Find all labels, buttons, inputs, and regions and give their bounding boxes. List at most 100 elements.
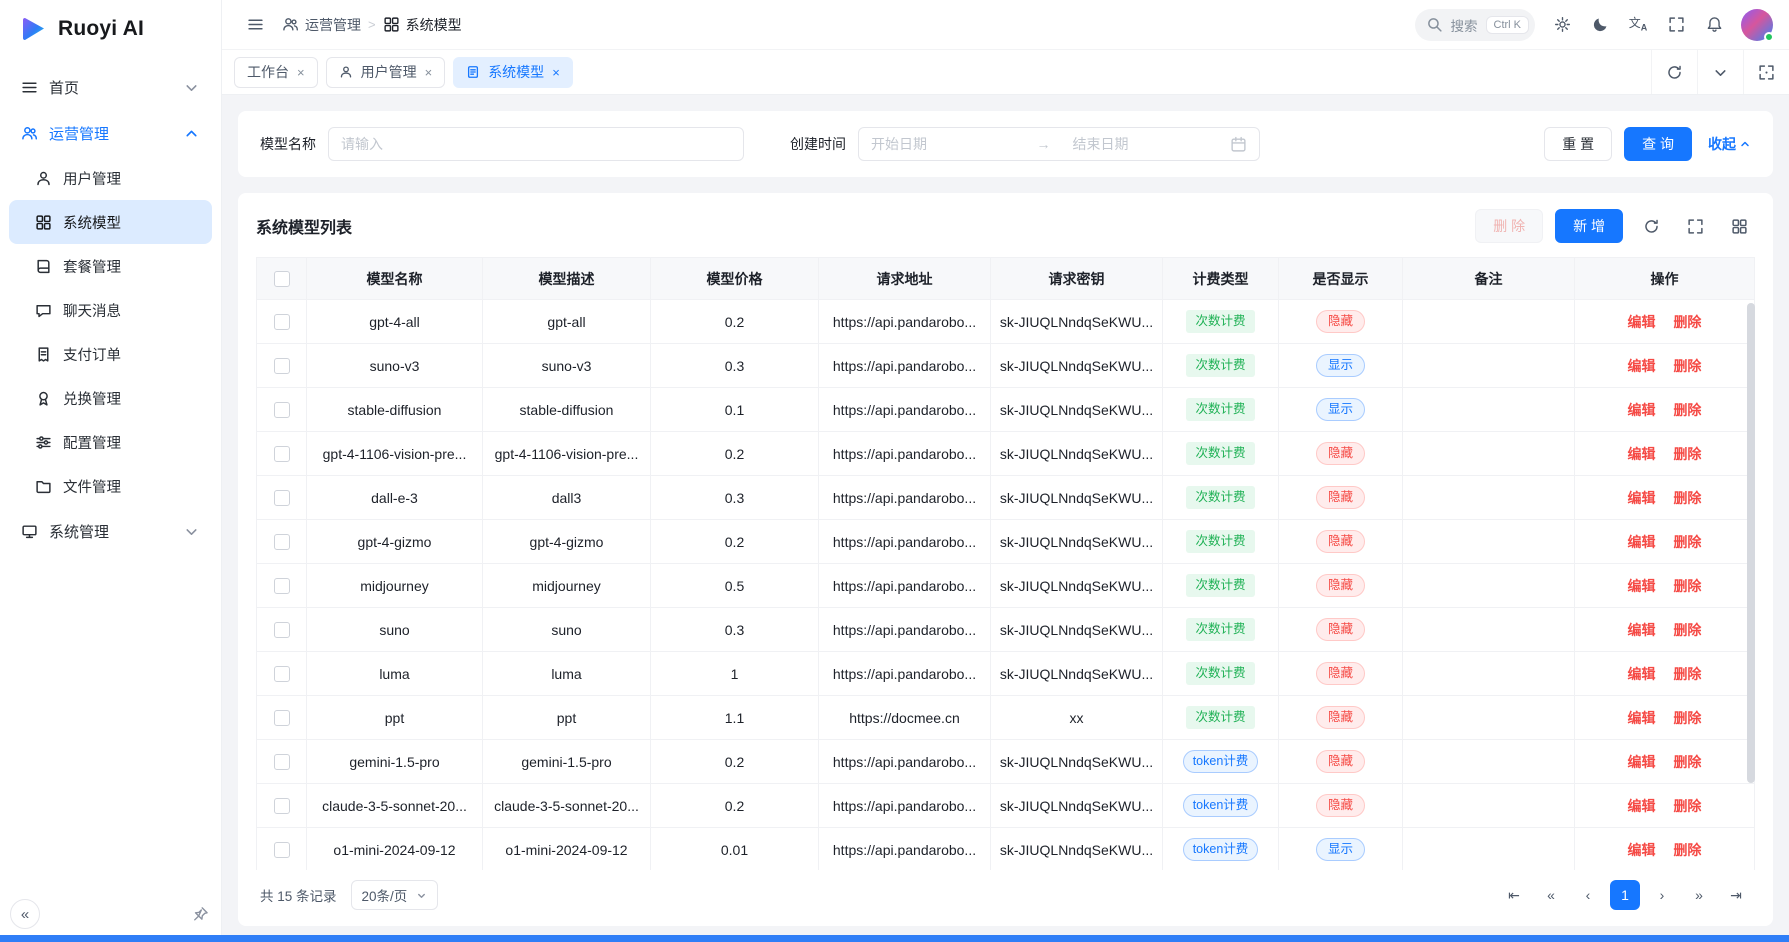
row-checkbox[interactable] [274,314,290,330]
refresh-tab-button[interactable] [1651,50,1697,94]
delete-link[interactable]: 删除 [1673,754,1701,770]
cell-model-price: 0.2 [651,740,819,784]
next-group-button[interactable]: » [1684,880,1714,910]
row-checkbox[interactable] [274,842,290,858]
cell-actions: 编辑 删除 [1575,476,1755,520]
sidebar-item-config-management[interactable]: 配置管理 [9,420,212,464]
row-checkbox[interactable] [274,446,290,462]
delete-link[interactable]: 删除 [1673,798,1701,814]
edit-link[interactable]: 编辑 [1628,578,1656,594]
date-range-picker[interactable]: 开始日期 → 结束日期 [858,127,1260,161]
edit-link[interactable]: 编辑 [1628,314,1656,330]
row-checkbox[interactable] [274,622,290,638]
sidebar-item-home[interactable]: 首页 [9,64,212,110]
edit-link[interactable]: 编辑 [1628,490,1656,506]
sidebar-item-operations[interactable]: 运营管理 [9,110,212,156]
content-fullscreen-button[interactable] [1743,50,1789,94]
cell-billing-type: 次数计费 [1163,696,1279,740]
table-fullscreen-button[interactable] [1679,210,1711,242]
breadcrumb-operations[interactable]: 运营管理 [282,15,361,35]
notifications-button[interactable] [1697,8,1731,42]
edit-link[interactable]: 编辑 [1628,710,1656,726]
table-scrollbar[interactable] [1747,303,1755,783]
dark-mode-button[interactable] [1583,8,1617,42]
prev-group-button[interactable]: « [1536,880,1566,910]
delete-link[interactable]: 删除 [1673,446,1701,462]
delete-link[interactable]: 删除 [1673,314,1701,330]
delete-link[interactable]: 删除 [1673,710,1701,726]
col-request-url: 请求地址 [819,258,991,300]
sidebar-collapse-button[interactable]: « [10,899,40,929]
delete-link[interactable]: 删除 [1673,490,1701,506]
tab-user-management[interactable]: 用户管理 × [326,57,446,88]
sidebar-item-payment-orders[interactable]: 支付订单 [9,332,212,376]
tab-close-icon[interactable]: × [425,66,433,79]
fullscreen-button[interactable] [1659,8,1693,42]
edit-link[interactable]: 编辑 [1628,842,1656,858]
edit-link[interactable]: 编辑 [1628,402,1656,418]
breadcrumb-system-models[interactable]: 系统模型 [383,15,462,35]
sidebar-item-file-management[interactable]: 文件管理 [9,464,212,508]
hamburger-menu-button[interactable] [238,8,272,42]
row-checkbox[interactable] [274,490,290,506]
add-button[interactable]: 新 增 [1555,209,1623,243]
hamburger-icon [247,16,264,33]
delete-link[interactable]: 删除 [1673,578,1701,594]
grid-icon [35,214,52,231]
sidebar-item-system-management[interactable]: 系统管理 [9,508,212,554]
collapse-filters-link[interactable]: 收起 [1708,134,1751,154]
sidebar-item-system-models[interactable]: 系统模型 [9,200,212,244]
user-avatar[interactable] [1741,9,1773,41]
next-page-button[interactable]: › [1647,880,1677,910]
row-checkbox[interactable] [274,402,290,418]
tab-close-icon[interactable]: × [552,66,560,79]
row-checkbox[interactable] [274,798,290,814]
edit-link[interactable]: 编辑 [1628,798,1656,814]
query-button[interactable]: 查 询 [1624,127,1692,161]
edit-link[interactable]: 编辑 [1628,358,1656,374]
row-checkbox[interactable] [274,666,290,682]
global-search[interactable]: 搜索 Ctrl K [1415,9,1536,41]
page-size-select[interactable]: 20条/页 [351,880,439,910]
sidebar-item-redeem-management[interactable]: 兑换管理 [9,376,212,420]
column-settings-button[interactable] [1723,210,1755,242]
refresh-table-button[interactable] [1635,210,1667,242]
delete-link[interactable]: 删除 [1673,358,1701,374]
filter-actions: 重 置 查 询 收起 [1544,127,1751,161]
language-button[interactable]: 文A [1621,8,1655,42]
edit-link[interactable]: 编辑 [1628,754,1656,770]
last-page-button[interactable]: ⇥ [1721,880,1751,910]
delete-link[interactable]: 删除 [1673,666,1701,682]
list-icon [21,79,38,96]
delete-link[interactable]: 删除 [1673,622,1701,638]
delete-link[interactable]: 删除 [1673,842,1701,858]
select-all-checkbox[interactable] [274,271,290,287]
settings-button[interactable] [1545,8,1579,42]
delete-link[interactable]: 删除 [1673,402,1701,418]
tab-options-button[interactable] [1697,50,1743,94]
reset-button[interactable]: 重 置 [1544,127,1612,161]
model-name-input[interactable] [328,127,744,161]
prev-page-button[interactable]: ‹ [1573,880,1603,910]
pin-icon[interactable] [192,906,209,923]
sidebar-item-packages[interactable]: 套餐管理 [9,244,212,288]
edit-link[interactable]: 编辑 [1628,622,1656,638]
edit-link[interactable]: 编辑 [1628,666,1656,682]
fullscreen-icon [1687,218,1704,235]
sidebar-item-user-management[interactable]: 用户管理 [9,156,212,200]
tab-close-icon[interactable]: × [297,66,305,79]
row-checkbox[interactable] [274,534,290,550]
page-number-button[interactable]: 1 [1610,880,1640,910]
delete-link[interactable]: 删除 [1673,534,1701,550]
first-page-button[interactable]: ⇤ [1499,880,1529,910]
edit-link[interactable]: 编辑 [1628,534,1656,550]
row-checkbox[interactable] [274,710,290,726]
row-checkbox[interactable] [274,578,290,594]
row-checkbox[interactable] [274,358,290,374]
edit-link[interactable]: 编辑 [1628,446,1656,462]
tab-system-models[interactable]: 系统模型 × [453,57,573,88]
row-checkbox[interactable] [274,754,290,770]
batch-delete-button[interactable]: 删 除 [1475,209,1543,243]
tab-workbench[interactable]: 工作台 × [234,57,318,88]
sidebar-item-chat-messages[interactable]: 聊天消息 [9,288,212,332]
